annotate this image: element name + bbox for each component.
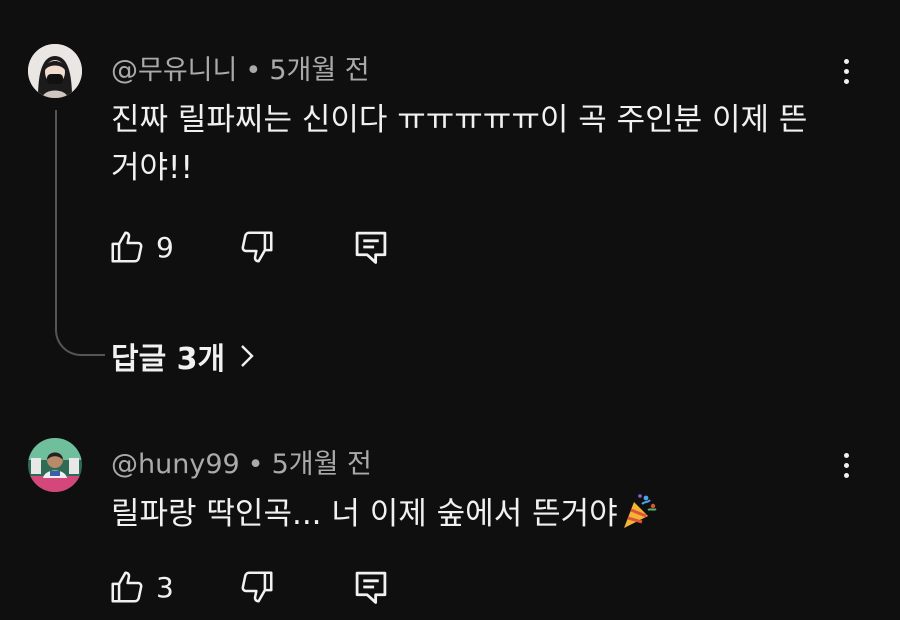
avatar-image: [28, 44, 82, 98]
reply-comment-icon: [355, 231, 387, 264]
like-count: 3: [156, 570, 174, 604]
comment-actions: 9: [108, 225, 428, 269]
meta-separator: •: [247, 449, 264, 480]
like-button[interactable]: 3: [108, 565, 174, 609]
comment-text-container: 릴파랑 딱인곡... 너 이제 숲에서 뜬거야: [111, 490, 831, 544]
party-popper-icon: [620, 492, 658, 544]
more-dot: [843, 472, 849, 478]
thumbs-up-icon: [111, 571, 143, 603]
view-replies-button[interactable]: 답글 3개: [111, 334, 255, 378]
like-button[interactable]: 9: [108, 225, 174, 269]
thread-connector-line: [55, 110, 105, 356]
author-handle[interactable]: @무유니니: [111, 55, 237, 86]
comment-meta: @huny99 • 5개월 전: [111, 442, 372, 481]
meta-separator: •: [245, 55, 262, 86]
thumbs-down-icon: [241, 571, 273, 603]
replies-label: 답글 3개: [111, 342, 226, 377]
thumbs-up-icon: [111, 231, 143, 263]
dislike-button[interactable]: [238, 565, 276, 609]
reply-comment-icon: [355, 571, 387, 604]
comment-actions: 3: [108, 565, 428, 609]
thumbs-down-icon: [241, 231, 273, 263]
comment-text: 릴파랑 딱인곡... 너 이제 숲에서 뜬거야: [111, 496, 618, 532]
more-options-button[interactable]: [828, 53, 864, 89]
comment-meta: @무유니니 • 5개월 전: [111, 48, 370, 87]
avatar-image: [28, 438, 82, 492]
more-dot: [843, 462, 849, 468]
more-options-button[interactable]: [828, 447, 864, 483]
dislike-button[interactable]: [238, 225, 276, 269]
more-dot: [843, 68, 849, 74]
comment-text: 진짜 릴파찌는 신이다 ㅠㅠㅠㅠㅠ이 곡 주인분 이제 뜬거야!!: [111, 102, 808, 186]
avatar[interactable]: [28, 44, 82, 98]
author-handle[interactable]: @huny99: [111, 449, 240, 480]
comment-time[interactable]: 5개월 전: [269, 55, 369, 86]
more-dot: [843, 452, 849, 458]
more-dot: [843, 78, 849, 84]
avatar[interactable]: [28, 438, 82, 492]
comment-time[interactable]: 5개월 전: [272, 449, 372, 480]
more-dot: [843, 58, 849, 64]
like-count: 9: [156, 230, 174, 264]
reply-button[interactable]: [354, 225, 388, 269]
chevron-right-icon: [241, 345, 254, 367]
reply-button[interactable]: [354, 565, 388, 609]
